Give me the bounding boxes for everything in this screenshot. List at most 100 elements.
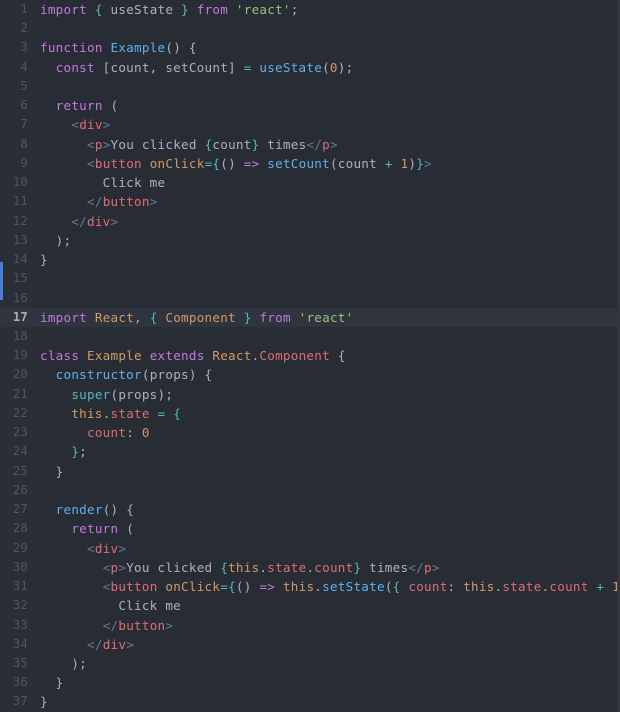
- code-line[interactable]: 31 <button onClick={() => this.setState(…: [0, 577, 620, 596]
- line-content[interactable]: import React, { Component } from 'react': [0, 308, 620, 327]
- code-line[interactable]: 29 <div>: [0, 539, 620, 558]
- token-pun: (: [102, 98, 119, 114]
- code-line[interactable]: 20 constructor(props) {: [0, 365, 620, 384]
- line-content[interactable]: constructor(props) {: [0, 365, 620, 384]
- code-line[interactable]: 7 <div>: [0, 115, 620, 134]
- line-content[interactable]: const [count, setCount] = useState(0);: [0, 58, 620, 77]
- line-number: 13: [12, 232, 28, 247]
- code-editor[interactable]: 1 import { useState } from 'react'; 2 3 fun…: [0, 0, 620, 712]
- line-content[interactable]: Click me: [0, 596, 620, 615]
- token-pun: :: [126, 425, 142, 441]
- line-number: 20: [12, 367, 28, 382]
- code-line[interactable]: 22 this.state = {: [0, 404, 620, 423]
- code-line[interactable]: 36 }: [0, 673, 620, 692]
- line-content[interactable]: </button>: [0, 192, 620, 211]
- line-content[interactable]: count: 0: [0, 423, 620, 442]
- code-line[interactable]: 6 return (: [0, 96, 620, 115]
- code-line[interactable]: 1 import { useState } from 'react';: [0, 0, 620, 19]
- line-content[interactable]: <button onClick={() => this.setState({ c…: [0, 577, 620, 596]
- line-content[interactable]: </button>: [0, 616, 620, 635]
- code-line[interactable]: 2: [0, 19, 620, 38]
- code-line[interactable]: 35 );: [0, 654, 620, 673]
- token-pun: [228, 2, 236, 17]
- code-line[interactable]: 30 <p>You clicked {this.state.count} tim…: [0, 558, 620, 577]
- token-kw: =>: [243, 155, 260, 171]
- code-line[interactable]: 24 };: [0, 442, 620, 461]
- code-line[interactable]: 19 class Example extends React.Component …: [0, 346, 620, 365]
- line-content[interactable]: return (: [0, 519, 620, 538]
- code-line[interactable]: 25 }: [0, 462, 620, 481]
- line-content[interactable]: <button onClick={() => setCount(count + …: [0, 154, 620, 173]
- token-pun: [40, 579, 103, 594]
- line-content[interactable]: }: [0, 673, 620, 692]
- code-line[interactable]: 3 function Example() {: [0, 38, 620, 57]
- code-line[interactable]: 32 Click me: [0, 596, 620, 615]
- token-plain: [count, setCount]: [94, 59, 244, 75]
- line-content[interactable]: [0, 77, 620, 96]
- line-content[interactable]: super(props);: [0, 385, 620, 404]
- token-str: 'react': [235, 2, 291, 17]
- line-content[interactable]: };: [0, 442, 620, 461]
- line-content[interactable]: <p>You clicked {count} times</p>: [0, 135, 620, 154]
- code-line[interactable]: 11 </button>: [0, 192, 620, 211]
- code-line[interactable]: 37}: [0, 692, 620, 711]
- code-line[interactable]: 8 <p>You clicked {count} times</p>: [0, 135, 620, 154]
- line-number: 23: [12, 425, 28, 440]
- line-content[interactable]: </div>: [0, 635, 620, 654]
- code-line[interactable]: 13 );: [0, 231, 620, 250]
- line-content[interactable]: render() {: [0, 500, 620, 519]
- code-line[interactable]: 17 import React, { Component } from 'reac…: [0, 307, 620, 327]
- line-content[interactable]: );: [0, 231, 620, 250]
- code-line[interactable]: 27 render() {: [0, 500, 620, 519]
- code-line[interactable]: 18: [0, 327, 620, 346]
- token-num: 0: [141, 425, 150, 441]
- line-content[interactable]: Click me: [0, 173, 620, 192]
- line-content[interactable]: }: [0, 692, 620, 711]
- line-content[interactable]: <div>: [0, 115, 620, 134]
- code-lines-container[interactable]: 1 import { useState } from 'react'; 2 3 fun…: [0, 0, 620, 712]
- token-plain: (): [220, 155, 236, 171]
- token-cbr: }: [71, 444, 80, 460]
- line-content[interactable]: [0, 289, 620, 308]
- token-pun: ,: [134, 309, 150, 325]
- line-content[interactable]: function Example() {: [0, 38, 620, 57]
- token-pun: [40, 137, 87, 152]
- code-line[interactable]: 28 return (: [0, 519, 620, 538]
- line-content[interactable]: );: [0, 654, 620, 673]
- code-line[interactable]: 5: [0, 77, 620, 96]
- line-content[interactable]: [0, 19, 620, 38]
- code-line[interactable]: 21 super(props);: [0, 385, 620, 404]
- token-pun: [87, 310, 95, 325]
- code-line[interactable]: 23 count: 0: [0, 423, 620, 442]
- code-line[interactable]: 14}: [0, 250, 620, 269]
- line-content[interactable]: [0, 327, 620, 346]
- line-content[interactable]: <p>You clicked {this.state.count} times<…: [0, 558, 620, 577]
- line-content[interactable]: class Example extends React.Component {: [0, 346, 620, 365]
- token-pun: [142, 156, 150, 171]
- code-line[interactable]: 15: [0, 269, 620, 288]
- line-change-accent-strip: [0, 262, 3, 300]
- line-content[interactable]: this.state = {: [0, 404, 620, 423]
- code-line[interactable]: 9 <button onClick={() => setCount(count …: [0, 154, 620, 173]
- line-content[interactable]: }: [0, 462, 620, 481]
- line-content[interactable]: }: [0, 250, 620, 269]
- code-line[interactable]: 26: [0, 481, 620, 500]
- line-content[interactable]: import { useState } from 'react';: [0, 0, 620, 19]
- code-line[interactable]: 12 </div>: [0, 212, 620, 231]
- line-number: 6: [20, 98, 28, 113]
- line-content[interactable]: [0, 269, 620, 288]
- token-pun: );: [40, 655, 88, 671]
- code-line[interactable]: 33 </button>: [0, 616, 620, 635]
- code-line[interactable]: 34 </div>: [0, 635, 620, 654]
- line-content[interactable]: [0, 481, 620, 500]
- line-content[interactable]: <div>: [0, 539, 620, 558]
- line-content[interactable]: </div>: [0, 212, 620, 231]
- code-line[interactable]: 16: [0, 289, 620, 308]
- token-op: =: [243, 59, 252, 75]
- code-line[interactable]: 10 Click me: [0, 173, 620, 192]
- code-line[interactable]: 4 const [count, setCount] = useState(0);: [0, 58, 620, 77]
- token-tag: count: [549, 579, 589, 595]
- line-content[interactable]: return (: [0, 96, 620, 115]
- token-pun: [150, 406, 158, 421]
- token-attr: onClick: [165, 579, 221, 595]
